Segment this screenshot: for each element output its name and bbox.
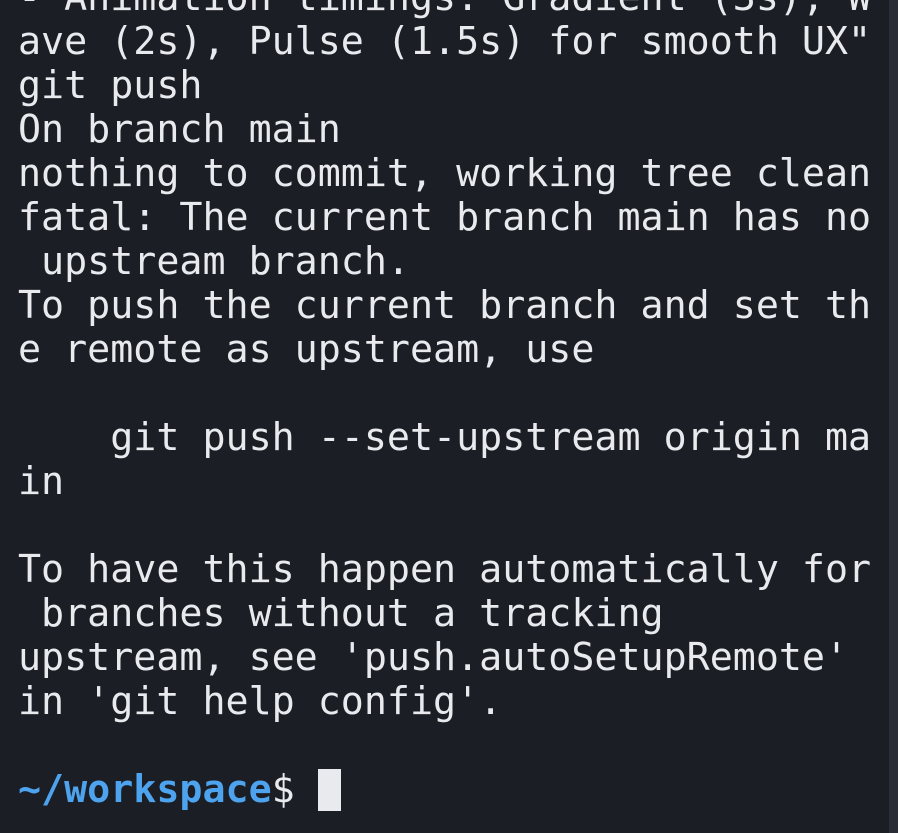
scrollbar-track[interactable] — [889, 0, 898, 833]
output-line: nothing to commit, working tree clean — [18, 151, 872, 196]
output-line: On branch main — [18, 107, 341, 152]
output-line: To have this happen automatically for — [18, 547, 872, 592]
output-line: branches without a tracking — [18, 591, 664, 636]
output-line: git push --set-upstream origin ma — [18, 415, 872, 460]
output-line: - Animation timings: Gradient (3s), W — [18, 0, 871, 20]
terminal-window[interactable]: - Animation timings: Gradient (3s), Wave… — [0, 0, 898, 833]
prompt-symbol: $ — [271, 767, 318, 812]
output-line: fatal: The current branch main has no — [18, 195, 872, 240]
prompt-line[interactable]: ~/workspace$ — [18, 768, 871, 812]
text-cursor[interactable] — [317, 769, 341, 811]
prompt-path: ~/workspace — [18, 767, 272, 812]
terminal-output: - Animation timings: Gradient (3s), Wave… — [18, 0, 871, 812]
output-line: upstream, see 'push.autoSetupRemote' — [18, 635, 849, 680]
output-line: in — [18, 459, 65, 504]
output-line: ave (2s), Pulse (1.5s) for smooth UX" — [18, 19, 872, 64]
output-line: in 'git help config'. — [18, 679, 503, 724]
output-line: e remote as upstream, use — [18, 327, 595, 372]
output-line: upstream branch. — [18, 239, 410, 284]
output-line: To push the current branch and set th — [18, 283, 872, 328]
output-line: git push — [18, 63, 203, 108]
